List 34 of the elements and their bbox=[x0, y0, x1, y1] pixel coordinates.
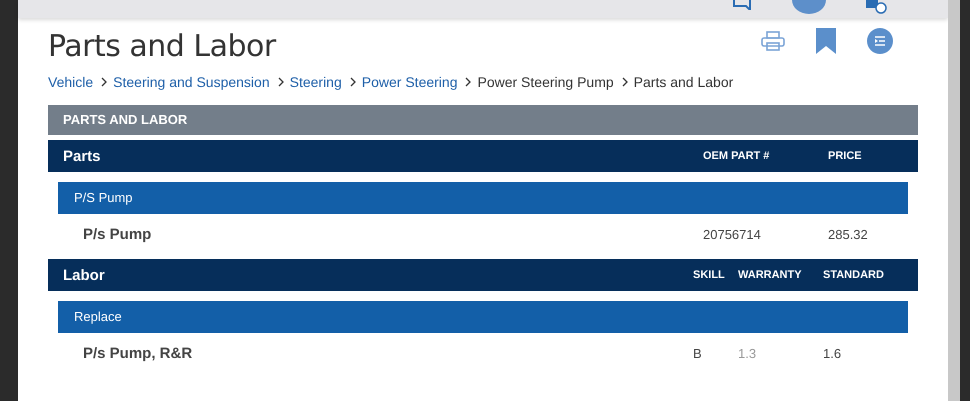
column-header: OEM PART # bbox=[703, 150, 770, 162]
item-name: P/s Pump bbox=[83, 226, 152, 242]
chevron-icon bbox=[622, 77, 628, 87]
chevron-icon bbox=[278, 77, 284, 87]
column-header: STANDARD bbox=[823, 269, 885, 281]
breadcrumb-item: Parts and Labor bbox=[634, 74, 734, 90]
outline-icon[interactable] bbox=[867, 28, 893, 54]
table-cell: 1.3 bbox=[738, 346, 756, 360]
breadcrumb-link[interactable]: Power Steering bbox=[362, 74, 458, 90]
chevron-icon bbox=[350, 77, 356, 87]
group-header: Replace bbox=[58, 301, 908, 333]
chevron-icon bbox=[465, 77, 472, 87]
column-header: SKILL bbox=[693, 269, 726, 281]
breadcrumb-link[interactable]: Steering bbox=[290, 74, 342, 90]
breadcrumb-link[interactable]: Vehicle bbox=[48, 74, 94, 90]
group-header: P/S Pump bbox=[58, 182, 908, 214]
chat-icon[interactable] bbox=[732, 0, 752, 10]
breadcrumb-item: Power Steering Pump bbox=[477, 74, 614, 90]
table-cell: 1.6 bbox=[823, 346, 842, 360]
chevron-icon bbox=[101, 77, 108, 87]
bookmark-icon[interactable] bbox=[815, 28, 837, 54]
table-title: Parts bbox=[63, 148, 102, 164]
column-header: PRICE bbox=[828, 150, 863, 162]
column-header: WARRANTY bbox=[738, 269, 803, 281]
print-icon[interactable] bbox=[761, 31, 785, 51]
scrollbar[interactable] bbox=[948, 0, 960, 401]
breadcrumb-link[interactable]: Steering and Suspension bbox=[113, 74, 270, 90]
section-header: PARTS AND LABOR bbox=[48, 105, 918, 135]
page-title: Parts and Labor bbox=[48, 29, 276, 64]
table-cell: 20756714 bbox=[703, 226, 761, 242]
table-title: Labor bbox=[63, 266, 106, 284]
table-cell: B bbox=[693, 346, 702, 360]
item-name: P/s Pump, R&R bbox=[83, 344, 194, 362]
table-cell: 285.32 bbox=[828, 226, 868, 242]
